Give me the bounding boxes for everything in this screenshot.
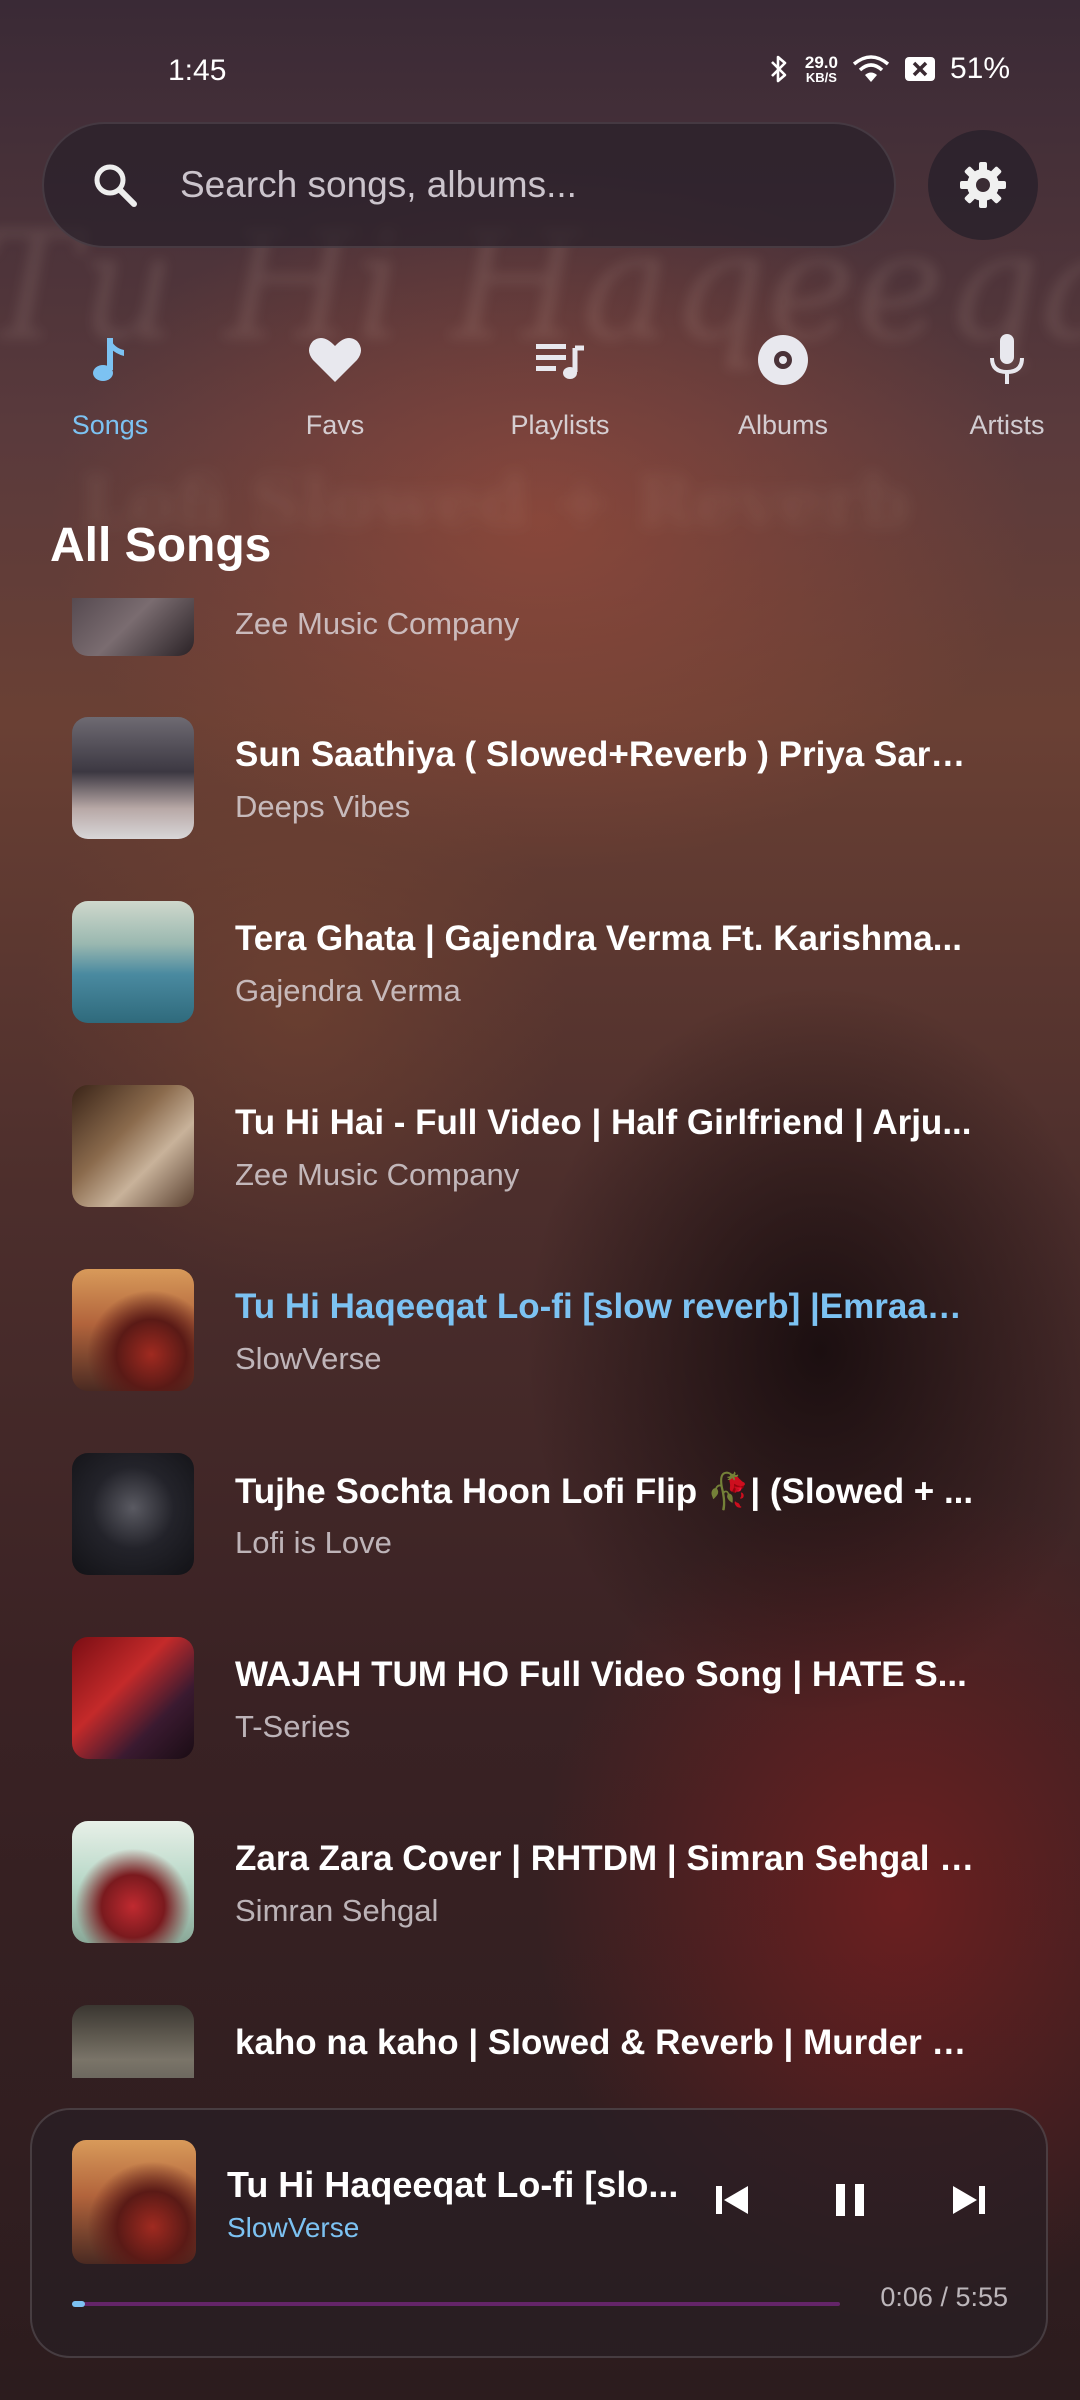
tab-favs-label: Favs [305,410,365,440]
search-bar[interactable] [42,122,896,248]
song-thumbnail [72,1821,194,1943]
music-note-icon [93,338,124,381]
song-thumbnail [72,1453,194,1575]
tab-artists[interactable]: Artists [917,330,1080,441]
now-playing-artist: SlowVerse [227,2212,360,2243]
song-artist: Deeps Vibes [235,789,411,824]
song-title: kaho na kaho | Slowed & Reverb | Murder … [235,2023,975,2062]
wifi-icon [852,55,890,82]
song-item[interactable]: Sun Saathiya ( Slowed+Reverb ) Priya Sar… [0,717,1080,901]
playback-time: 0:06 / 5:55 [880,2282,1008,2312]
song-artist: Gajendra Verma [235,973,461,1008]
status-bar: 1:45 29.0 KB/S 51% [0,0,1080,120]
song-thumbnail [72,1269,194,1391]
album-icon [758,335,808,385]
song-artist: Lofi is Love [235,1525,392,1560]
pause-button[interactable] [810,2160,890,2240]
song-item[interactable]: Tu Hi Hai - Full Video | Half Girlfriend… [0,1085,1080,1269]
song-thumbnail [72,901,194,1023]
network-speed-value: 29.0 [804,53,838,72]
tab-favs[interactable]: Favs [245,330,425,441]
settings-button[interactable] [928,130,1038,240]
song-item-now-playing[interactable]: Tu Hi Haqeeqat Lo-fi [slow reverb] |Emra… [0,1269,1080,1453]
song-thumbnail [72,1085,194,1207]
music-app: 1:45 29.0 KB/S 51% Search songs, albums.… [0,0,1080,2400]
song-title: Sun Saathiya ( Slowed+Reverb ) Priya Sar… [235,735,975,774]
song-item[interactable]: Tera Ghata | Gajendra Verma Ft. Karishma… [0,901,1080,1085]
skip-previous-icon [716,2186,748,2214]
pause-icon [836,2184,864,2216]
battery-percent: 51% [949,52,1010,85]
skip-next-icon [953,2186,985,2214]
tab-playlists-label: Playlists [510,410,610,440]
microphone-icon [990,334,1024,384]
progress-fill [72,2301,85,2307]
tab-songs-label: Songs [71,410,149,440]
heart-icon [309,337,361,382]
gear-icon [960,162,1006,208]
tab-albums-label: Albums [737,410,829,440]
song-title: WAJAH TUM HO Full Video Song | HATE S... [235,1655,967,1694]
now-playing-thumbnail [72,2140,196,2264]
progress-bar[interactable] [72,2301,840,2307]
status-time: 1:45 [168,54,227,87]
search-icon [94,164,137,207]
song-thumbnail [72,598,194,656]
song-title: Tu Hi Hai - Full Video | Half Girlfriend… [235,1103,972,1142]
section-title: All Songs [50,519,272,572]
song-list[interactable]: Zee Music Company Sun Saathiya ( Slowed+… [0,598,1080,2078]
song-artist: Zee Music Company [235,1157,520,1192]
song-title: Tera Ghata | Gajendra Verma Ft. Karishma… [235,919,962,958]
tab-playlists[interactable]: Playlists [470,330,650,441]
network-speed-unit: KB/S [805,70,837,85]
tab-artists-label: Artists [969,410,1045,440]
category-tabs: Songs Favs Playlists Albums Artists [0,330,1080,450]
song-title: Tu Hi Haqeeqat Lo-fi [slow reverb] |Emra… [235,1287,975,1326]
tab-songs[interactable]: Songs [20,330,200,441]
mini-player[interactable]: Tu Hi Haqeeqat Lo-fi [slo... SlowVerse 0… [30,2108,1048,2358]
playlist-icon [536,344,584,379]
song-thumbnail [72,1637,194,1759]
bluetooth-icon [770,55,787,83]
no-sim-icon [904,57,935,81]
song-item[interactable]: Zee Music Company [0,598,1080,718]
now-playing-title: Tu Hi Haqeeqat Lo-fi [slo... [227,2164,679,2205]
previous-button[interactable] [692,2160,772,2240]
tab-albums[interactable]: Albums [693,330,873,441]
song-artist: SlowVerse [235,1341,382,1376]
status-icons: 29.0 KB/S 51% [767,52,1010,86]
song-item[interactable]: kaho na kaho | Slowed & Reverb | Murder … [0,2005,1080,2078]
song-thumbnail [72,2005,194,2078]
song-item[interactable]: Zara Zara Cover | RHTDM | Simran Sehgal … [0,1821,1080,2005]
song-thumbnail [72,717,194,839]
song-artist: T-Series [235,1709,351,1744]
next-button[interactable] [929,2160,1009,2240]
song-item[interactable]: WAJAH TUM HO Full Video Song | HATE S...… [0,1637,1080,1821]
song-title: Tujhe Sochta Hoon Lofi Flip 🥀| (Slowed +… [235,1472,974,1511]
search-input[interactable] [180,164,820,206]
song-title: Zara Zara Cover | RHTDM | Simran Sehgal … [235,1839,975,1878]
song-item[interactable]: Tujhe Sochta Hoon Lofi Flip 🥀| (Slowed +… [0,1453,1080,1637]
song-artist: Zee Music Company [235,606,520,641]
network-speed: 29.0 KB/S [805,54,838,84]
song-artist: Simran Sehgal [235,1893,439,1928]
